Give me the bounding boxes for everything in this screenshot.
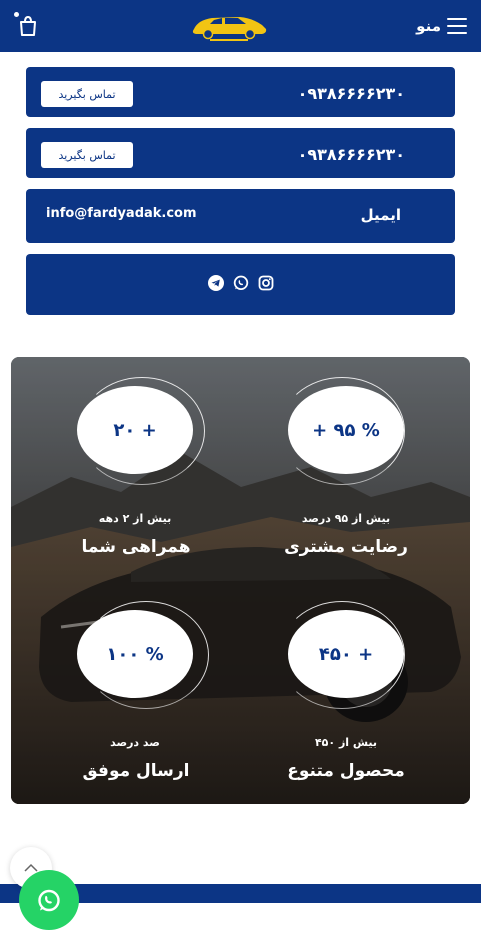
- stat-title: محصول متنوع: [287, 761, 405, 781]
- phone-card: ۰۹۳۸۶۶۶۶۲۳۰ تماس بگیرید: [26, 67, 455, 117]
- phone-number: ۰۹۳۸۶۶۶۶۲۳۰: [297, 84, 405, 103]
- stat-value-circle: % ۱۰۰: [77, 610, 193, 698]
- stat-subtitle: بیش از ۴۵۰: [314, 736, 378, 749]
- phone-number: ۰۹۳۸۶۶۶۶۲۳۰: [297, 145, 405, 164]
- stat-subtitle: بیش از ۹۵ درصد: [301, 512, 391, 525]
- stat-subtitle: بیش از ۲ دهه: [98, 512, 172, 525]
- email-link[interactable]: info@fardyadak.com: [46, 206, 197, 221]
- stat-subtitle: صد درصد: [110, 736, 160, 749]
- call-button[interactable]: تماس بگیرید: [41, 81, 133, 107]
- telegram-icon[interactable]: [207, 275, 224, 291]
- cart-badge: [14, 12, 19, 17]
- shopping-bag-icon[interactable]: [16, 14, 40, 38]
- stat-value-circle: + ۲۰: [77, 386, 193, 474]
- chevron-up-icon: [24, 863, 38, 872]
- whatsapp-icon[interactable]: [233, 275, 249, 291]
- hamburger-icon: [447, 18, 467, 34]
- stat-value-circle: + ۴۵۰: [288, 610, 404, 698]
- email-card: ایمیل info@fardyadak.com: [26, 189, 455, 243]
- whatsapp-float-button[interactable]: [19, 870, 79, 930]
- stat-title: رضایت مشتری: [284, 537, 408, 557]
- instagram-icon[interactable]: [258, 275, 274, 291]
- phone-card: ۰۹۳۸۶۶۶۶۲۳۰ تماس بگیرید: [26, 128, 455, 178]
- top-header: منو: [0, 0, 481, 52]
- menu-button[interactable]: منو: [416, 14, 467, 38]
- menu-label: منو: [416, 17, 441, 35]
- stats-section: % ۹۵ + بیش از ۹۵ درصد رضایت مشتری + ۲۰ ب…: [11, 357, 470, 804]
- stat-title: همراهی شما: [81, 537, 191, 557]
- social-links: [26, 275, 455, 291]
- whatsapp-icon: [38, 889, 60, 912]
- social-card: [26, 254, 455, 315]
- stat-title: ارسال موفق: [82, 761, 190, 781]
- call-button[interactable]: تماس بگیرید: [41, 142, 133, 168]
- stat-value-circle: % ۹۵ +: [288, 386, 404, 474]
- car-logo-icon[interactable]: [188, 9, 270, 43]
- email-label: ایمیل: [360, 206, 401, 224]
